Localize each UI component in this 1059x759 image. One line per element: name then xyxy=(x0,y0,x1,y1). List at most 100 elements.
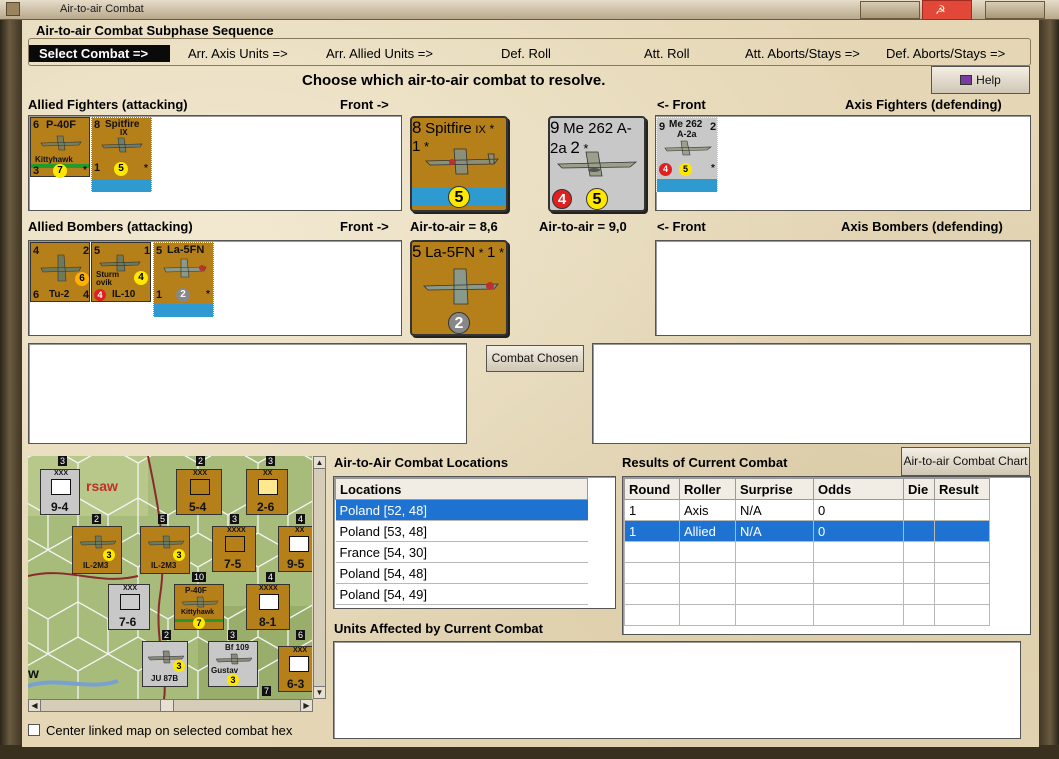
phase-step: Arr. Allied Units => xyxy=(326,46,433,61)
location-row[interactable]: Poland [54, 48] xyxy=(335,562,588,584)
me262-jet-icon xyxy=(557,151,638,177)
plane-silhouette-icon xyxy=(40,135,82,151)
phase-step: Att. Roll xyxy=(644,46,690,61)
location-row[interactable]: Poland [53, 48] xyxy=(335,520,588,542)
sequence-heading: Air-to-air Combat Subphase Sequence xyxy=(36,23,274,38)
plane-silhouette-icon xyxy=(147,535,185,549)
stack-count-badge: 3 xyxy=(228,630,238,640)
results-col-header: Surprise xyxy=(735,478,814,500)
map-air-unit[interactable]: 3 IL-2M3 xyxy=(72,526,122,574)
minimize-button[interactable] xyxy=(860,1,920,19)
combat-chosen-button[interactable]: Combat Chosen xyxy=(486,345,584,372)
map-unit-counter[interactable]: XXX 9-4 xyxy=(40,469,80,515)
results-col-header: Die xyxy=(903,478,935,500)
close-button[interactable]: ☭ xyxy=(922,0,972,20)
results-row[interactable]: 1 Axis N/A 0 xyxy=(624,499,990,521)
attacker-bomber-big-counter[interactable]: 5 La-5FN * 1 2 * xyxy=(410,240,508,336)
results-col-header: Roller xyxy=(679,478,736,500)
allied-bombers-label: Allied Bombers (attacking) xyxy=(28,219,193,234)
instruction-text: Choose which air-to-air combat to resolv… xyxy=(302,72,606,89)
infantry-symbol-icon xyxy=(51,479,71,495)
phase-step: Att. Aborts/Stays => xyxy=(745,46,860,61)
title-bar: Air-to-air Combat ☭ xyxy=(0,0,1059,20)
infantry-symbol-icon xyxy=(190,479,210,495)
scroll-up-button[interactable]: ▲ xyxy=(313,456,326,469)
allied-fighter-counter-selected[interactable]: 8 Spitfire IX 1 5 * xyxy=(91,117,152,192)
results-row-selected[interactable]: 1 Allied N/A 0 xyxy=(624,520,990,542)
plane-silhouette-icon xyxy=(79,535,117,549)
help-button[interactable]: Help xyxy=(931,66,1030,94)
phase-current: Select Combat => xyxy=(29,45,170,62)
maximize-button[interactable] xyxy=(985,1,1045,19)
defender-air-to-air: Air-to-air = 9,0 xyxy=(539,219,627,234)
map-unit-counter[interactable]: XX 9-5 xyxy=(278,526,312,572)
locations-list[interactable]: Locations Poland [52, 48] Poland [53, 48… xyxy=(333,476,616,609)
units-affected-panel xyxy=(333,641,1021,739)
stack-count-badge: 3 xyxy=(58,456,68,466)
center-map-checkbox[interactable] xyxy=(28,724,40,736)
linked-map[interactable]: rsaw w XXX 9-4 XXX 5-4 XX 2-6 XXXX 7-5 X… xyxy=(28,456,312,699)
results-label: Results of Current Combat xyxy=(622,455,788,470)
phase-step: Def. Aborts/Stays => xyxy=(886,46,1006,61)
plane-silhouette-icon xyxy=(215,653,253,665)
results-col-header: Result xyxy=(934,478,990,500)
map-unit-counter[interactable]: XXX 6-3 xyxy=(278,646,312,692)
plane-silhouette-icon xyxy=(181,596,219,608)
close-icon: ☭ xyxy=(935,3,946,17)
armor-symbol-icon xyxy=(120,594,140,610)
stack-count-badge: 6 xyxy=(296,630,306,640)
la5-plane-icon xyxy=(163,258,207,278)
results-row-empty xyxy=(624,583,990,605)
axis-bombers-label: Axis Bombers (defending) xyxy=(841,219,1003,234)
axis-bombers-box[interactable] xyxy=(655,240,1031,336)
allied-bombers-front: Front -> xyxy=(340,219,389,234)
attacker-details-panel xyxy=(28,343,467,444)
scroll-left-button[interactable]: ◀ xyxy=(28,699,41,712)
map-unit-counter[interactable]: XXX 7-6 xyxy=(108,584,150,630)
infantry-symbol-icon xyxy=(289,536,309,552)
window-frame-right xyxy=(1037,20,1059,759)
location-row[interactable]: France [54, 30] xyxy=(335,541,588,563)
axis-fighters-front: <- Front xyxy=(657,97,706,112)
locations-table: Locations Poland [52, 48] Poland [53, 48… xyxy=(335,478,588,605)
infantry-symbol-icon xyxy=(259,594,279,610)
map-unit-counter[interactable]: XX 2-6 xyxy=(246,469,288,515)
map-unit-counter[interactable]: XXXX 7-5 xyxy=(212,526,256,572)
map-air-unit[interactable]: 3 IL-2M3 xyxy=(140,526,190,574)
allied-fighter-counter[interactable]: 6 P-40F Kittyhawk 3 7 * xyxy=(30,117,90,178)
results-col-header: Round xyxy=(624,478,680,500)
map-city-label: rsaw xyxy=(86,478,118,494)
map-air-unit[interactable]: P-40F Kittyhawk 7 xyxy=(174,584,224,630)
attacker-fighter-big-counter[interactable]: 8 Spitfire IX * 1 5 * xyxy=(410,116,508,212)
axis-fighters-label: Axis Fighters (defending) xyxy=(845,97,1002,112)
map-vertical-scrollbar[interactable] xyxy=(313,456,326,699)
axis-bombers-front: <- Front xyxy=(657,219,706,234)
app-icon xyxy=(6,2,20,16)
phase-step: Def. Roll xyxy=(501,46,551,61)
axis-fighter-counter-selected[interactable]: 9 Me 262 A-2a 2 4 5 * xyxy=(656,117,718,192)
air-combat-chart-button[interactable]: Air-to-air Combat Chart xyxy=(901,447,1030,476)
map-unit-counter[interactable]: XXX 5-4 xyxy=(176,469,222,515)
results-row-empty xyxy=(624,562,990,584)
results-row-empty xyxy=(624,541,990,563)
infantry-symbol-icon xyxy=(289,656,309,672)
map-air-unit[interactable]: Bf 109 Gustav 3 xyxy=(208,641,258,687)
location-row[interactable]: Poland [54, 49] xyxy=(335,583,588,605)
stack-count-badge: 4 xyxy=(296,514,306,524)
map-city-label: w xyxy=(28,665,39,681)
locations-label: Air-to-Air Combat Locations xyxy=(334,455,509,470)
map-unit-counter[interactable]: XXXX 8-1 xyxy=(246,584,290,630)
allied-bomber-counter-selected[interactable]: 5 La-5FN 1 2 * xyxy=(153,242,214,317)
map-air-unit[interactable]: 3 JU 87B xyxy=(142,641,188,687)
allied-fighters-front: Front -> xyxy=(340,97,389,112)
defender-fighter-big-counter[interactable]: 9 Me 262 A-2a 2 4 5 * xyxy=(548,116,646,212)
allied-bomber-counter[interactable]: 5 1 Sturm ovik 4 4 IL-10 xyxy=(91,242,151,302)
location-row[interactable]: Poland [52, 48] xyxy=(335,499,588,521)
allied-bomber-counter[interactable]: 4 2 6 6 Tu-2 4 xyxy=(30,242,90,302)
scroll-thumb[interactable] xyxy=(160,699,174,712)
scroll-right-button[interactable]: ▶ xyxy=(300,699,313,712)
scroll-down-button[interactable]: ▼ xyxy=(313,686,326,699)
plane-silhouette-icon xyxy=(101,137,143,153)
results-grid[interactable]: Round Roller Surprise Odds Die Result 1A… xyxy=(622,476,1031,635)
help-book-icon xyxy=(960,75,973,85)
